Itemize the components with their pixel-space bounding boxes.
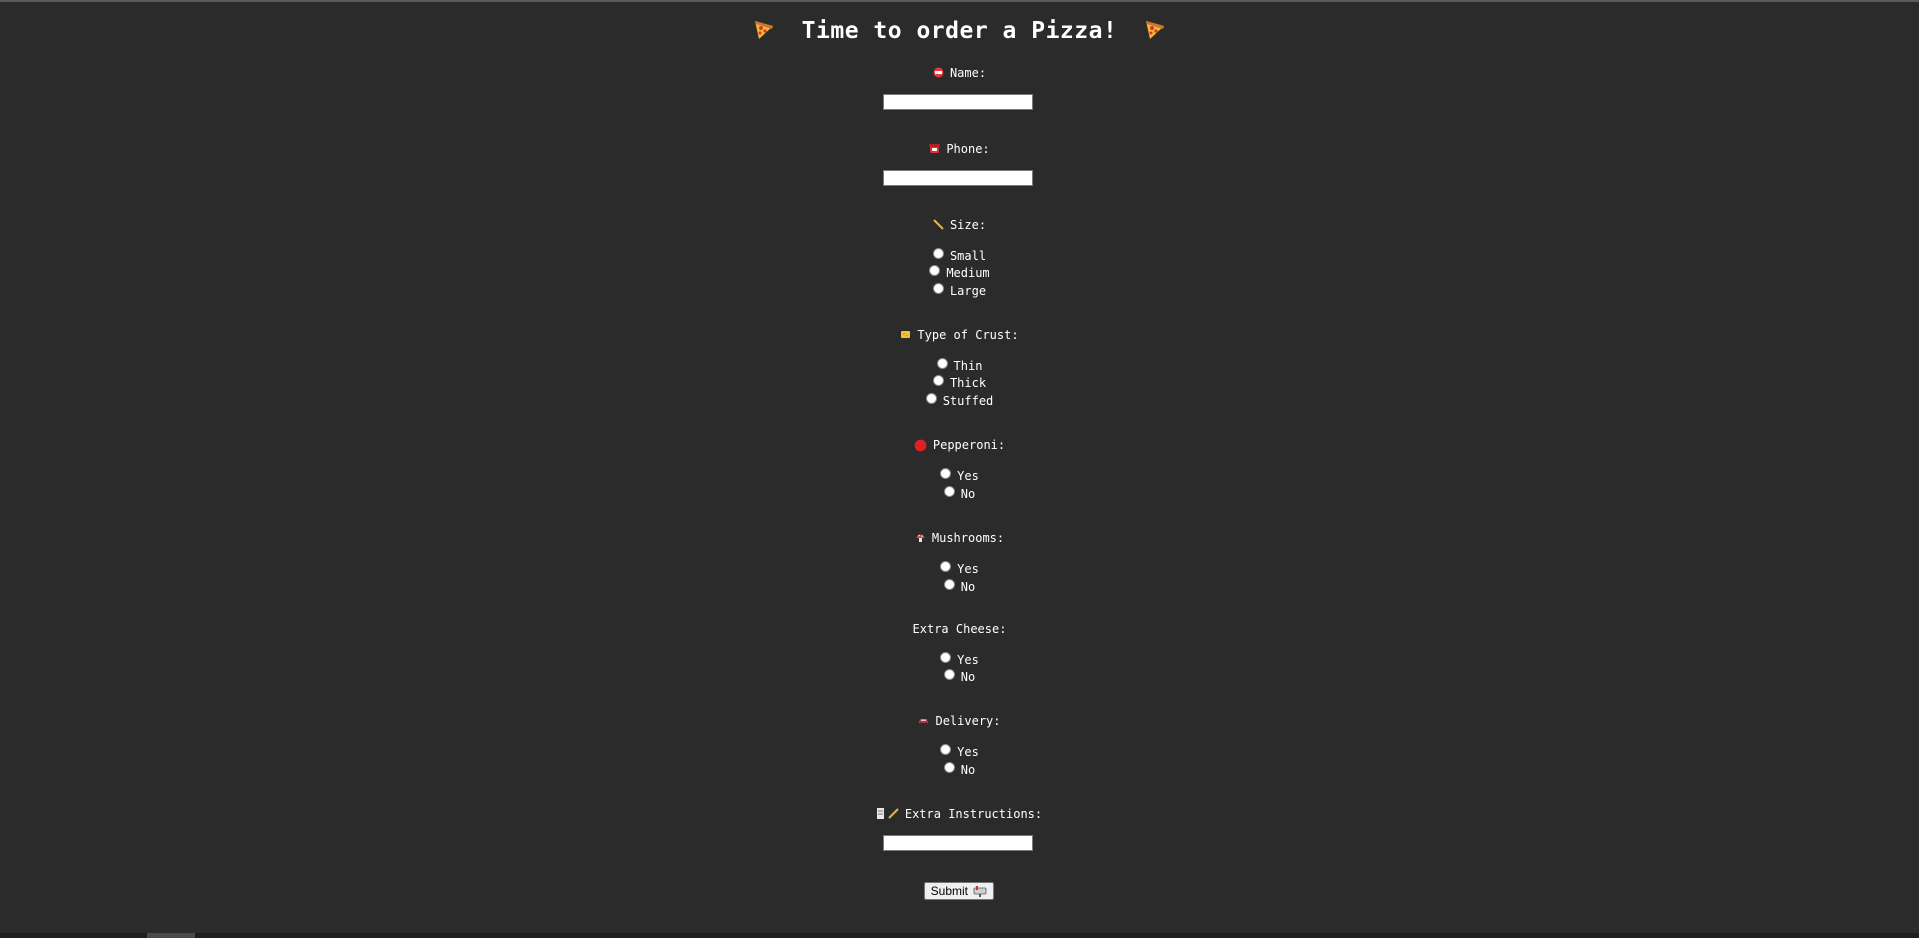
cheese-label-row: Extra Cheese: (0, 622, 1919, 636)
size-label: Size: (949, 218, 987, 232)
mushrooms-label: Mushrooms: (931, 531, 1005, 545)
crust-option-thin[interactable]: Thin (0, 358, 1919, 373)
name-input[interactable] (883, 94, 1033, 110)
pepperoni-no-label: No (960, 487, 976, 501)
pepperoni-no-radio[interactable] (943, 486, 955, 497)
pizza-order-page: Time to order a Pizza! Name: Phone: Size… (0, 0, 1919, 938)
cheese-no-label: No (960, 670, 976, 684)
cheese-option-yes[interactable]: Yes (0, 652, 1919, 667)
page-title-row: Time to order a Pizza! (0, 18, 1919, 44)
mushrooms-no-label: No (960, 580, 976, 594)
size-option-small[interactable]: Small (0, 248, 1919, 263)
delivery-no-label: No (960, 763, 976, 777)
telephone-icon (929, 144, 941, 153)
size-medium-radio[interactable] (929, 265, 941, 276)
mushroom-icon (915, 534, 925, 542)
crust-thin-label: Thin (953, 359, 983, 373)
phone-label-row: Phone: (0, 142, 1919, 156)
size-medium-label: Medium (946, 266, 990, 280)
cheese-yes-label: Yes (957, 653, 979, 667)
mailbox-icon (973, 886, 987, 897)
crust-label-row: Type of Crust: (0, 328, 1919, 342)
pizza-slice-icon (1145, 21, 1164, 39)
pizza-slice-icon (755, 21, 774, 39)
crust-option-stuffed[interactable]: Stuffed (0, 393, 1919, 408)
crust-stuffed-label: Stuffed (942, 394, 994, 408)
name-label: Name: (949, 66, 987, 80)
mushrooms-label-row: Mushrooms: (0, 531, 1919, 545)
name-badge-icon (933, 67, 944, 78)
mushrooms-option-yes[interactable]: Yes (0, 561, 1919, 576)
delivery-label: Delivery: (935, 714, 1001, 728)
name-label-row: Name: (0, 66, 1919, 80)
cheese-yes-radio[interactable] (940, 652, 952, 663)
size-small-label: Small (949, 249, 987, 263)
mushrooms-option-no[interactable]: No (0, 579, 1919, 594)
delivery-label-row: Delivery: (0, 714, 1919, 728)
page-title: Time to order a Pizza! (801, 18, 1118, 44)
size-label-row: Size: (0, 218, 1919, 232)
cheese-icon (901, 331, 911, 338)
submit-label: Submit (930, 884, 968, 898)
pepperoni-yes-radio[interactable] (940, 468, 952, 479)
size-small-radio[interactable] (932, 248, 944, 259)
mushrooms-no-radio[interactable] (943, 579, 955, 590)
cheese-no-radio[interactable] (943, 669, 955, 680)
cheese-label: Extra Cheese: (912, 622, 1007, 636)
cheese-option-no[interactable]: No (0, 669, 1919, 684)
submit-button[interactable]: Submit (924, 882, 994, 900)
delivery-no-radio[interactable] (943, 762, 955, 773)
delivery-option-no[interactable]: No (0, 762, 1919, 777)
mushrooms-yes-radio[interactable] (940, 561, 952, 572)
pepperoni-label: Pepperoni: (932, 438, 1006, 452)
crust-thick-radio[interactable] (932, 375, 944, 386)
size-option-large[interactable]: Large (0, 283, 1919, 298)
crust-stuffed-radio[interactable] (925, 393, 937, 404)
pepperoni-option-yes[interactable]: Yes (0, 468, 1919, 483)
crust-option-thick[interactable]: Thick (0, 375, 1919, 390)
ruler-icon (933, 219, 944, 230)
pepperoni-yes-label: Yes (957, 469, 979, 483)
phone-input[interactable] (883, 170, 1033, 186)
pepperoni-label-row: Pepperoni: (0, 438, 1919, 452)
size-option-medium[interactable]: Medium (0, 265, 1919, 280)
instructions-input[interactable] (883, 835, 1033, 851)
crust-thick-label: Thick (949, 376, 987, 390)
mushrooms-yes-label: Yes (957, 562, 979, 576)
memo-pencil-icon (876, 808, 899, 819)
size-large-label: Large (949, 284, 987, 298)
size-large-radio[interactable] (932, 283, 944, 294)
crust-label: Type of Crust: (917, 328, 1019, 342)
car-icon (919, 719, 929, 725)
bottom-scroll-thumb[interactable] (147, 933, 195, 938)
crust-thin-radio[interactable] (936, 358, 948, 369)
delivery-option-yes[interactable]: Yes (0, 744, 1919, 759)
instructions-label: Extra Instructions: (904, 807, 1043, 821)
pepperoni-option-no[interactable]: No (0, 486, 1919, 501)
instructions-label-row: Extra Instructions: (0, 807, 1919, 821)
bottom-bar (0, 933, 1919, 938)
delivery-yes-label: Yes (957, 745, 979, 759)
delivery-yes-radio[interactable] (940, 744, 952, 755)
red-circle-icon (914, 439, 927, 452)
phone-label: Phone: (946, 142, 990, 156)
